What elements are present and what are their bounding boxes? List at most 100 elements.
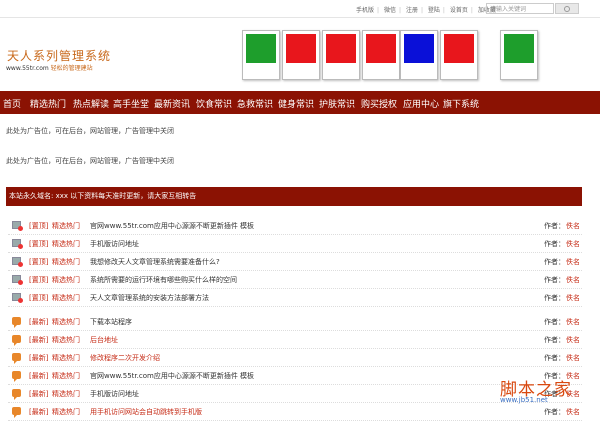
banner-card[interactable] <box>282 30 320 80</box>
post-title-link[interactable]: 官网www.55tr.com应用中心源源不断更新插件 模板 <box>90 221 254 231</box>
bubble-icon <box>12 353 21 364</box>
post-author-link[interactable]: 佚名 <box>566 407 580 417</box>
nav-item[interactable]: 精选热门 <box>30 97 66 110</box>
post-tag: [最新] <box>29 336 49 344</box>
banner-color-block <box>326 34 356 63</box>
list-item: [置顶] 精选热门 天人文章管理系统的安装方法部署方法 作者： 佚名 <box>8 288 582 307</box>
post-author-link[interactable]: 佚名 <box>566 293 580 303</box>
doc-icon <box>12 257 23 267</box>
banner-card[interactable] <box>242 30 280 80</box>
post-category-link[interactable]: 精选热门 <box>52 257 80 267</box>
banner-color-block <box>444 34 474 63</box>
list-item: [最新] 精选热门 修改程序二次开发介绍 作者： 佚名 <box>8 348 582 367</box>
post-category-link[interactable]: 精选热门 <box>52 353 80 363</box>
top-link-wechat[interactable]: 微信 <box>384 7 396 14</box>
post-category-link[interactable]: 精选热门 <box>52 335 80 345</box>
post-tag: [置顶] <box>29 294 49 302</box>
banner-card[interactable] <box>400 30 438 80</box>
post-tag: [最新] <box>29 408 49 416</box>
watermark-url: www.jb51.net <box>500 396 548 404</box>
author-label: 作者： <box>544 354 565 362</box>
post-category-link[interactable]: 精选热门 <box>52 371 80 381</box>
notice-bar: 本站永久域名: xxx 以下资料每天准时更新，请大家互相转告 <box>6 187 582 206</box>
search-button[interactable] <box>555 3 579 14</box>
doc-icon <box>12 293 23 303</box>
post-title-link[interactable]: 天人文章管理系统的安装方法部署方法 <box>90 293 209 303</box>
post-title-link[interactable]: 手机版访问地址 <box>90 389 139 399</box>
author-label: 作者： <box>544 408 565 416</box>
main-nav: 首页 精选热门 热点解读 高手坐堂 最新资讯 饮食常识 急救常识 健身常识 护肤常识 购买授权 应用… <box>0 91 600 114</box>
ad-text-1: 此处为广告位，可在后台，网站管理，广告管理中关闭 <box>6 127 174 135</box>
post-category-link[interactable]: 精选热门 <box>52 293 80 303</box>
top-link-mobile[interactable]: 手机版 <box>356 7 374 14</box>
banner-color-block <box>286 34 316 63</box>
post-title-link[interactable]: 手机版访问地址 <box>90 239 139 249</box>
banner-color-block <box>504 34 534 63</box>
post-tag: [置顶] <box>29 222 49 230</box>
post-author-link[interactable]: 佚名 <box>566 353 580 363</box>
banner-color-block <box>246 34 276 63</box>
list-item: [最新] 精选热门 用手机访问网站会自动跳转到手机版 作者： 佚名 <box>8 402 582 421</box>
post-title-link[interactable]: 后台地址 <box>90 335 118 345</box>
bubble-icon <box>12 407 21 418</box>
banner-card[interactable] <box>500 30 538 80</box>
post-author-link[interactable]: 佚名 <box>566 221 580 231</box>
bubble-icon <box>12 335 21 346</box>
post-title-link[interactable]: 用手机访问网站会自动跳转到手机版 <box>90 407 202 417</box>
top-link-set-home[interactable]: 设首页 <box>450 7 468 14</box>
list-item: [最新] 精选热门 手机版访问地址 作者： 佚名 <box>8 384 582 403</box>
post-tag: [置顶] <box>29 276 49 284</box>
nav-item[interactable]: 旗下系统 <box>443 97 479 110</box>
logo-url-text: www.55tr.com <box>6 65 49 72</box>
post-title-link[interactable]: 系统所需要的运行环境有哪些购买什么样的空间 <box>90 275 237 285</box>
post-category-link[interactable]: 精选热门 <box>52 275 80 285</box>
author-label: 作者： <box>544 240 565 248</box>
nav-item[interactable]: 购买授权 <box>361 97 397 110</box>
logo-url: www.55tr.com 轻松的管理建站 <box>6 63 93 72</box>
nav-item[interactable]: 急救常识 <box>237 97 273 110</box>
post-category-link[interactable]: 精选热门 <box>52 239 80 249</box>
post-title-link[interactable]: 修改程序二次开发介绍 <box>90 353 160 363</box>
post-category-link[interactable]: 精选热门 <box>52 317 80 327</box>
search-input[interactable]: 请输入关键词 <box>486 3 554 14</box>
top-link-login[interactable]: 登陆 <box>428 7 440 14</box>
banner-card[interactable] <box>362 30 400 80</box>
ad-text-2: 此处为广告位，可在后台，网站管理，广告管理中关闭 <box>6 157 174 165</box>
nav-item[interactable]: 健身常识 <box>278 97 314 110</box>
post-category-link[interactable]: 精选热门 <box>52 389 80 399</box>
post-category-link[interactable]: 精选热门 <box>52 221 80 231</box>
post-tag: [最新] <box>29 372 49 380</box>
logo-title[interactable]: 天人系列管理系统 <box>7 47 111 64</box>
post-category-link[interactable]: 精选热门 <box>52 407 80 417</box>
top-link-register[interactable]: 注册 <box>406 7 418 14</box>
post-author-link[interactable]: 佚名 <box>566 317 580 327</box>
list-item: [置顶] 精选热门 系统所需要的运行环境有哪些购买什么样的空间 作者： 佚名 <box>8 270 582 289</box>
search-icon <box>564 6 570 12</box>
top-divider <box>0 17 600 18</box>
doc-icon <box>12 275 23 285</box>
post-author-link[interactable]: 佚名 <box>566 335 580 345</box>
post-author-link[interactable]: 佚名 <box>566 275 580 285</box>
post-author-link[interactable]: 佚名 <box>566 257 580 267</box>
post-title-link[interactable]: 官网www.55tr.com应用中心源源不断更新插件 模板 <box>90 371 254 381</box>
post-title-link[interactable]: 我想修改天人文章管理系统需要准备什么? <box>90 257 220 267</box>
nav-item[interactable]: 高手坐堂 <box>113 97 149 110</box>
list-item: [置顶] 精选热门 官网www.55tr.com应用中心源源不断更新插件 模板 作者：… <box>8 216 582 235</box>
post-tag: [最新] <box>29 318 49 326</box>
nav-item[interactable]: 应用中心 <box>403 97 439 110</box>
post-tag: [置顶] <box>29 258 49 266</box>
doc-icon <box>12 221 23 231</box>
nav-item[interactable]: 热点解读 <box>73 97 109 110</box>
nav-item[interactable]: 首页 <box>3 97 21 110</box>
nav-item[interactable]: 饮食常识 <box>196 97 232 110</box>
author-label: 作者： <box>544 318 565 326</box>
post-author-link[interactable]: 佚名 <box>566 239 580 249</box>
nav-item[interactable]: 最新资讯 <box>154 97 190 110</box>
post-title-link[interactable]: 下载本站程序 <box>90 317 132 327</box>
banner-color-block <box>404 34 434 63</box>
nav-item[interactable]: 护肤常识 <box>319 97 355 110</box>
post-tag: [置顶] <box>29 240 49 248</box>
page: 手机版 | 微信 | 注册 | 登陆 | 设首页 | 加收藏 请输入关键词 天人系列管理系… <box>0 0 600 429</box>
banner-card[interactable] <box>322 30 360 80</box>
banner-card[interactable] <box>440 30 478 80</box>
